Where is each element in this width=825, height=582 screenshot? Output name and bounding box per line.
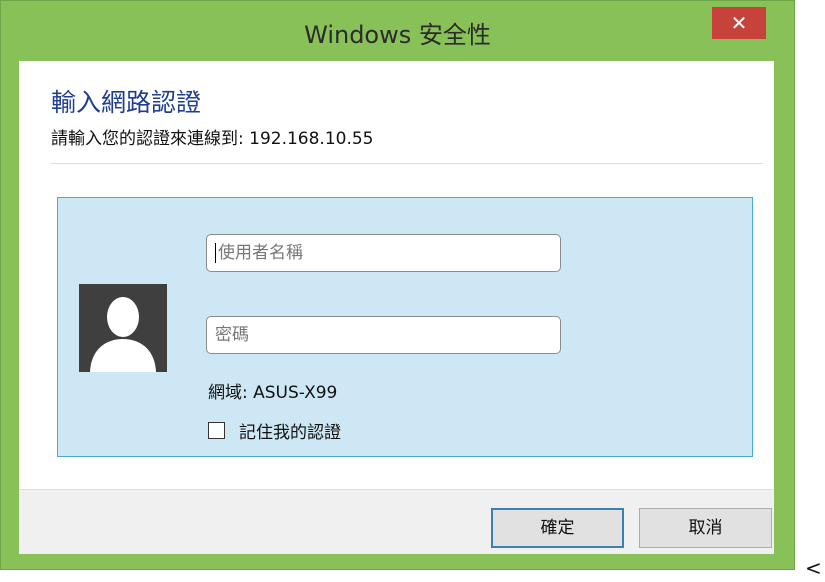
dialog-body: 輸入網路認證 請輸入您的認證來連線到: 192.168.10.55 使用者名稱 … [19,61,774,554]
password-input[interactable]: 密碼 [206,316,561,354]
dialog-heading: 輸入網路認證 [51,88,202,117]
username-input[interactable]: 使用者名稱 [206,234,561,272]
close-icon: ✕ [730,11,748,35]
ok-button[interactable]: 確定 [491,508,624,548]
dialog-subtext: 請輸入您的認證來連線到: 192.168.10.55 [51,129,374,149]
remember-credentials-option[interactable]: 記住我的認證 [208,418,341,443]
password-placeholder: 密碼 [215,325,249,345]
domain-label: 網域: ASUS-X99 [208,383,338,403]
title-bar[interactable]: Windows 安全性 ✕ [1,1,794,61]
cancel-button[interactable]: 取消 [639,508,772,548]
remember-label: 記住我的認證 [239,423,341,443]
user-silhouette-icon [79,284,167,372]
remember-checkbox[interactable] [208,422,225,439]
security-dialog-window: Windows 安全性 ✕ 輸入網路認證 請輸入您的認證來連線到: 192.16… [0,0,795,570]
text-caret [215,243,216,263]
button-bar: 確定 取消 [19,489,774,554]
close-button[interactable]: ✕ [712,7,766,39]
stray-character: < [805,556,822,580]
window-title: Windows 安全性 [304,21,491,49]
credential-tile: 使用者名稱 密碼 網域: ASUS-X99 記住我的認證 [57,197,753,457]
username-placeholder: 使用者名稱 [218,243,303,263]
divider [51,163,763,164]
